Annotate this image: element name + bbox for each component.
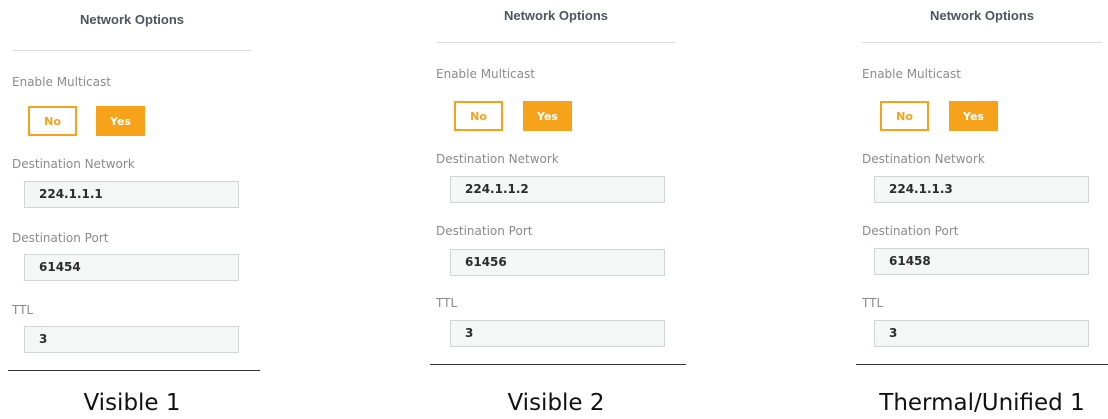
- enable-multicast-label: Enable Multicast: [436, 67, 535, 81]
- panel-caption: Visible 2: [507, 390, 605, 416]
- destination-network-field[interactable]: 224.1.1.2: [450, 176, 665, 203]
- destination-port-field[interactable]: 61454: [24, 254, 239, 281]
- multicast-no-button[interactable]: No: [880, 101, 929, 131]
- destination-port-field[interactable]: 61456: [450, 249, 665, 276]
- title-divider: [436, 42, 676, 43]
- destination-port-label: Destination Port: [12, 231, 109, 245]
- ttl-field[interactable]: 3: [874, 320, 1089, 347]
- title-divider: [12, 50, 252, 51]
- destination-port-label: Destination Port: [862, 224, 959, 238]
- ttl-label: TTL: [862, 296, 884, 310]
- panel-caption: Thermal/Unified 1: [879, 390, 1085, 416]
- title-divider: [862, 42, 1102, 43]
- network-options-panel-visible-2: Network Options Enable Multicast No Yes …: [430, 0, 716, 419]
- ttl-field[interactable]: 3: [24, 326, 239, 353]
- multicast-yes-button[interactable]: Yes: [523, 101, 572, 131]
- ttl-field[interactable]: 3: [450, 320, 665, 347]
- destination-port-field[interactable]: 61458: [874, 248, 1089, 275]
- ttl-label: TTL: [436, 296, 458, 310]
- multicast-no-button[interactable]: No: [28, 106, 77, 136]
- panel-title: Network Options: [929, 8, 1034, 23]
- destination-network-label: Destination Network: [862, 152, 985, 166]
- network-options-panel-thermal-unified-1: Network Options Enable Multicast No Yes …: [856, 0, 1108, 419]
- panel-title: Network Options: [503, 8, 608, 23]
- multicast-yes-button[interactable]: Yes: [96, 106, 145, 136]
- caption-divider: [856, 364, 1108, 365]
- destination-port-label: Destination Port: [436, 224, 533, 238]
- panel-title: Network Options: [79, 12, 184, 27]
- destination-network-label: Destination Network: [436, 152, 559, 166]
- destination-network-field[interactable]: 224.1.1.3: [874, 176, 1089, 203]
- multicast-yes-button[interactable]: Yes: [949, 101, 998, 131]
- ttl-label: TTL: [12, 303, 34, 317]
- network-options-panel-visible-1: Network Options Enable Multicast No Yes …: [8, 0, 292, 419]
- multicast-no-button[interactable]: No: [454, 101, 503, 131]
- destination-network-field[interactable]: 224.1.1.1: [24, 181, 239, 208]
- panel-caption: Visible 1: [83, 390, 181, 416]
- destination-network-label: Destination Network: [12, 157, 135, 171]
- enable-multicast-label: Enable Multicast: [12, 75, 111, 89]
- caption-divider: [430, 364, 686, 365]
- enable-multicast-label: Enable Multicast: [862, 67, 961, 81]
- caption-divider: [8, 370, 260, 371]
